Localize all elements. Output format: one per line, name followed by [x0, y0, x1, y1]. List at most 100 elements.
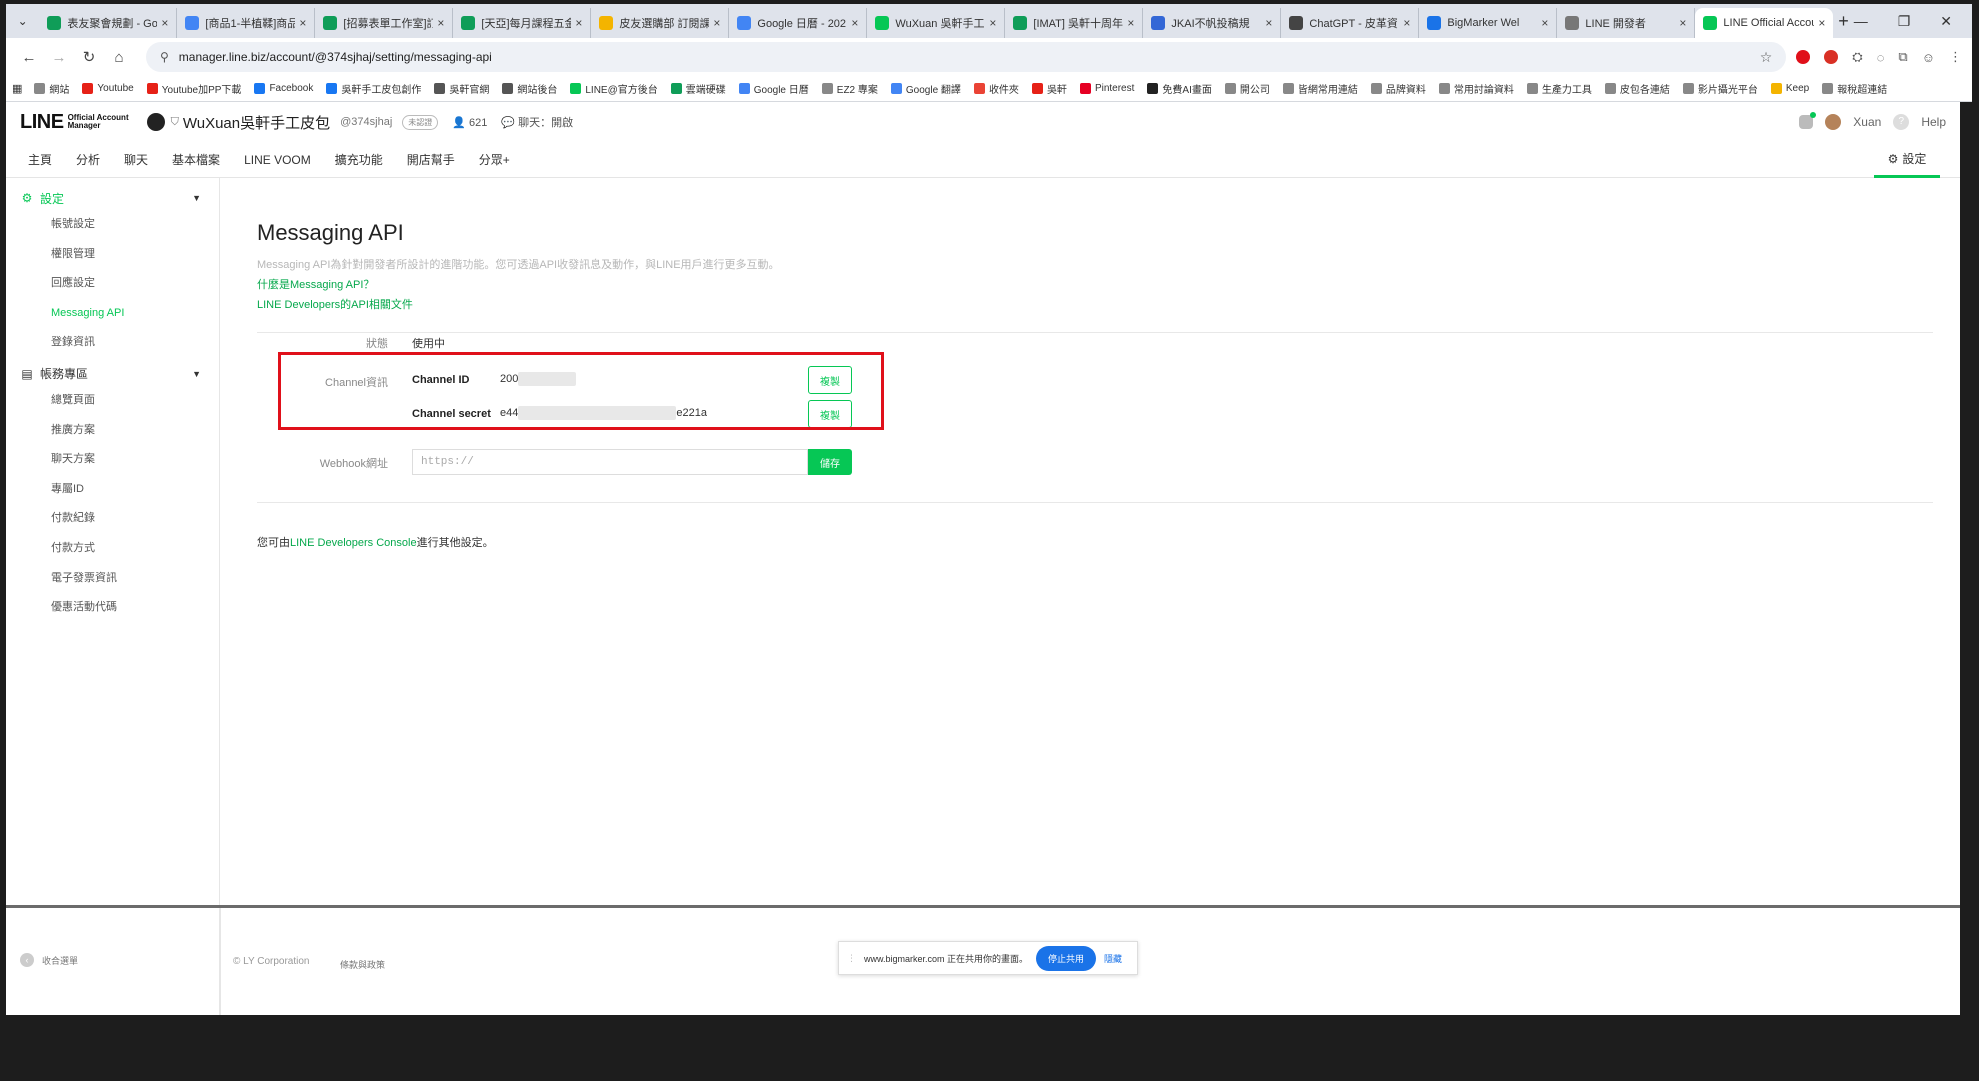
- tab-close-icon[interactable]: ×: [713, 16, 720, 30]
- bookmark-item[interactable]: 吳軒官網: [434, 81, 489, 96]
- bookmark-item[interactable]: 網站: [34, 81, 69, 96]
- sidebar-group-settings[interactable]: ⚙ 設定 ▼: [6, 186, 219, 210]
- nav-analytics[interactable]: 分析: [76, 151, 100, 168]
- bookmark-item[interactable]: LINE@官方後台: [570, 81, 658, 96]
- sidebar-item-e-invoice[interactable]: 電子發票資訊: [6, 564, 219, 594]
- site-info-icon[interactable]: ⚲: [160, 50, 169, 64]
- bookmark-item[interactable]: 皆網常用連結: [1282, 81, 1358, 96]
- sidebar-item-response-settings[interactable]: 回應設定: [6, 269, 219, 299]
- sidebar-item-payment-methods[interactable]: 付款方式: [6, 534, 219, 564]
- reload-icon[interactable]: ↻: [76, 48, 102, 66]
- nav-chat[interactable]: 聊天: [124, 151, 148, 168]
- sidebar-item-registration-info[interactable]: 登錄資訊: [6, 328, 219, 358]
- opera-extension-icon[interactable]: [1796, 50, 1811, 64]
- sidebar-item-premium-id[interactable]: 專屬ID: [6, 475, 219, 505]
- browser-tab[interactable]: Google 日曆 - 202 ×: [729, 8, 868, 38]
- developers-console-link[interactable]: LINE Developers Console: [290, 537, 417, 549]
- browser-tab[interactable]: LINE 開發者 ×: [1557, 8, 1696, 38]
- sidebar-item-permissions[interactable]: 權限管理: [6, 240, 219, 270]
- nav-segments[interactable]: 分眾+: [479, 151, 510, 168]
- sidebar-item-overview[interactable]: 總覽頁面: [6, 386, 219, 416]
- bookmark-star-icon[interactable]: ☆: [1760, 49, 1773, 66]
- tab-close-icon[interactable]: ×: [1679, 16, 1686, 30]
- forward-icon[interactable]: →: [46, 49, 72, 66]
- terms-link[interactable]: 條款與政策: [340, 958, 385, 971]
- profile-icon[interactable]: ☺: [1922, 50, 1935, 65]
- kebab-menu-icon[interactable]: ⋮: [1949, 49, 1962, 65]
- tab-close-icon[interactable]: ×: [1818, 16, 1825, 30]
- sidebar-item-messaging-api[interactable]: Messaging API: [6, 299, 219, 329]
- puzzle-icon[interactable]: ⧉: [1898, 49, 1907, 65]
- bookmark-item[interactable]: Google 翻譯: [890, 81, 961, 96]
- browser-tab[interactable]: JKAI不帆投稿規 ×: [1143, 8, 1282, 38]
- minimize-icon[interactable]: —: [1854, 13, 1868, 30]
- browser-tab[interactable]: [招募表單工作室]訂 ×: [315, 8, 454, 38]
- sidebar-item-account-settings[interactable]: 帳號設定: [6, 210, 219, 240]
- extension-icon[interactable]: ⛭: [1852, 49, 1862, 65]
- tab-close-icon[interactable]: ×: [437, 16, 444, 30]
- bookmark-item[interactable]: 報稅超連結: [1822, 81, 1887, 96]
- stop-sharing-button[interactable]: 停止共用: [1036, 945, 1097, 971]
- collapse-menu[interactable]: ‹ 收合選單: [20, 953, 78, 967]
- browser-tab[interactable]: 皮友選購部 訂閱課 ×: [591, 8, 730, 38]
- bookmark-item[interactable]: 開公司: [1224, 81, 1270, 96]
- tab-close-icon[interactable]: ×: [1541, 16, 1548, 30]
- browser-tab[interactable]: ChatGPT - 皮革資 ×: [1281, 8, 1420, 38]
- user-avatar[interactable]: [1825, 114, 1842, 130]
- tab-close-icon[interactable]: ×: [1403, 16, 1410, 30]
- bookmark-item[interactable]: Pinterest: [1079, 83, 1134, 94]
- browser-tab[interactable]: [天亞]每月課程五金 ×: [453, 8, 592, 38]
- close-window-icon[interactable]: ✕: [1940, 13, 1952, 30]
- save-webhook-button[interactable]: 儲存: [808, 449, 852, 475]
- back-icon[interactable]: ←: [16, 49, 42, 66]
- drag-handle-icon[interactable]: ⋮: [847, 953, 856, 964]
- nav-line-voom[interactable]: LINE VOOM: [244, 153, 311, 167]
- sidebar-item-chat-plans[interactable]: 聊天方案: [6, 445, 219, 475]
- restore-icon[interactable]: ❐: [1898, 13, 1911, 30]
- account-name[interactable]: WuXuan吳軒手工皮包: [183, 112, 330, 133]
- bookmark-item[interactable]: Youtube: [82, 83, 134, 94]
- notification-bell-icon[interactable]: [1799, 112, 1817, 129]
- line-logo[interactable]: LINE: [20, 111, 64, 134]
- apps-icon[interactable]: ▦: [12, 82, 22, 95]
- extension-icon[interactable]: ◌: [1877, 50, 1885, 65]
- api-docs-link[interactable]: LINE Developers的API相關文件: [257, 296, 1937, 312]
- nav-home[interactable]: 主頁: [28, 151, 52, 168]
- bookmark-item[interactable]: 品牌資料: [1370, 81, 1426, 96]
- bookmark-item[interactable]: EZ2 專案: [821, 81, 878, 96]
- help-icon[interactable]: ?: [1893, 114, 1910, 130]
- home-icon[interactable]: ⌂: [106, 49, 132, 66]
- browser-tab[interactable]: [商品1-半植鞣]商品 ×: [177, 8, 316, 38]
- nav-shop-helper[interactable]: 開店幫手: [407, 151, 455, 168]
- tab-close-icon[interactable]: ×: [161, 16, 168, 30]
- bookmark-item[interactable]: Facebook: [254, 83, 313, 94]
- bookmark-item[interactable]: 吳軒手工皮包創作: [326, 81, 421, 96]
- bookmark-item[interactable]: Youtube加PP下載: [146, 81, 241, 96]
- browser-tab[interactable]: BigMarker Wel ×: [1419, 8, 1558, 38]
- sidebar-item-coupon-codes[interactable]: 優惠活動代碼: [6, 593, 219, 623]
- tab-close-icon[interactable]: ×: [299, 16, 306, 30]
- bookmark-item[interactable]: 雲端硬碟: [670, 81, 726, 96]
- bookmark-item[interactable]: 常用討論資料: [1438, 81, 1514, 96]
- what-is-messaging-api-link[interactable]: 什麼是Messaging API？: [257, 276, 1937, 292]
- sidebar-item-promo-plans[interactable]: 推廣方案: [6, 416, 219, 446]
- tab-close-icon[interactable]: ×: [989, 16, 996, 30]
- nav-extensions[interactable]: 擴充功能: [335, 151, 383, 168]
- bookmark-item[interactable]: 收件夾: [973, 81, 1019, 96]
- tab-search-icon[interactable]: ⌄: [10, 8, 35, 34]
- browser-tab[interactable]: 表友聚會規劃 - Goo ×: [39, 8, 178, 38]
- tab-close-icon[interactable]: ×: [1127, 16, 1134, 30]
- extension-icon[interactable]: [1824, 50, 1839, 64]
- bookmark-item[interactable]: 免費AI畫面: [1147, 81, 1212, 96]
- tab-close-icon[interactable]: ×: [575, 16, 582, 30]
- bookmark-item[interactable]: Google 日曆: [738, 81, 809, 96]
- browser-tab[interactable]: LINE Official Accou ×: [1695, 8, 1834, 38]
- bookmark-item[interactable]: Keep: [1770, 83, 1809, 94]
- nav-profile[interactable]: 基本檔案: [172, 151, 220, 168]
- user-name[interactable]: Xuan: [1853, 115, 1881, 129]
- nav-settings[interactable]: ⚙ 設定: [1874, 142, 1940, 178]
- bookmark-item[interactable]: 影片攝光平台: [1682, 81, 1758, 96]
- new-tab-button[interactable]: +: [1833, 11, 1853, 32]
- browser-tab[interactable]: WuXuan 吳軒手工 ×: [867, 8, 1006, 38]
- browser-tab[interactable]: [IMAT] 吳軒十周年 ×: [1005, 8, 1144, 38]
